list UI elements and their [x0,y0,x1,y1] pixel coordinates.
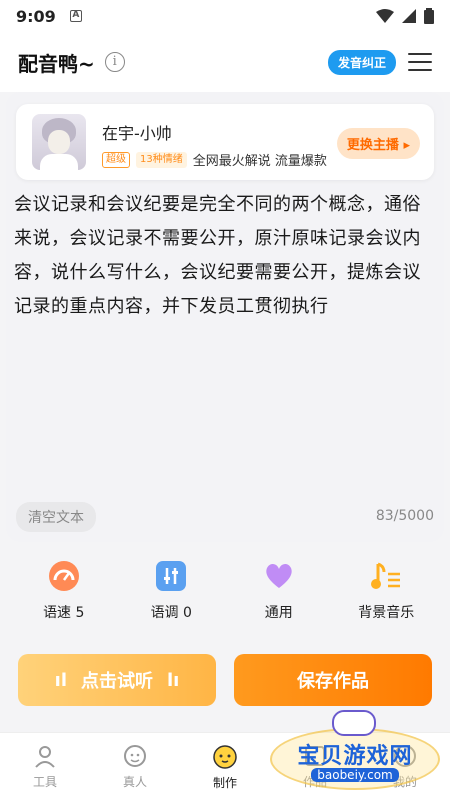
nav-human[interactable]: 真人 [90,733,180,800]
tool-speed[interactable]: 语速 5 [19,560,109,640]
save-work-button[interactable]: 保存作品 [234,654,432,706]
nav-profile[interactable]: 我的 [360,733,450,800]
tool-label: 语速 5 [43,605,85,621]
equalizer-icon [155,560,187,592]
listen-label: 点击试听 [81,671,153,692]
tool-label: 背景音乐 [358,605,415,621]
change-voice-label: 更换主播 [346,138,399,153]
tools-icon [35,746,55,768]
play-arrow-icon: ▸ [403,138,410,153]
sound-wave-icon: lı [167,669,180,691]
sound-wave-icon: ıl [54,669,67,691]
battery-icon [424,8,434,24]
nav-tools[interactable]: 工具 [0,733,90,800]
tool-bgm[interactable]: 背景音乐 [341,560,431,640]
bottom-nav: 工具 真人 制作 作品 我的 [0,732,450,800]
music-note-icon [370,560,402,592]
nav-label: 我的 [392,775,417,789]
person-face-icon [124,745,146,767]
voice-tags: 超级 13种情绪 全网最火解说 流量爆款 [102,150,327,169]
heart-icon [263,560,295,592]
script-text-area[interactable]: 会议记录和会议纪要是完全不同的两个概念，通俗来说，会议记录不需要公开，原汁原味记… [14,188,438,324]
app-title: 配音鸭~ [18,51,95,76]
voice-description: 全网最火解说 流量爆款 [192,154,327,169]
nav-works[interactable]: 作品 [270,733,360,800]
profile-icon [394,745,416,767]
tools-row: 语速 5 语调 0 通用 背景音乐 [0,560,450,640]
clear-text-button[interactable]: 清空文本 [16,502,96,532]
status-bar: 9:09 A [0,0,450,32]
status-time: 9:09 [16,6,56,26]
tool-label: 语调 0 [150,605,192,621]
notification-icon: A [69,10,82,22]
preview-listen-button[interactable]: ıl 点击试听 lı [18,654,216,706]
produce-icon [213,745,237,769]
tool-pitch[interactable]: 语调 0 [126,560,216,640]
tool-label: 通用 [264,605,293,621]
nav-label: 真人 [122,775,147,789]
status-right [376,8,434,24]
voice-name: 在宇-小帅 [102,124,172,143]
works-icon [305,746,325,766]
info-icon[interactable]: i [104,52,125,72]
nav-label: 作品 [302,775,327,789]
wifi-icon [376,9,394,23]
nav-label: 制作 [212,776,237,790]
menu-icon[interactable] [408,53,432,71]
char-counter: 83/5000 [375,508,434,524]
speedometer-icon [48,560,80,592]
voice-avatar [32,114,86,170]
signal-icon [402,9,416,23]
app-header: 配音鸭~ i 发音纠正 [0,32,450,92]
nav-label: 工具 [32,775,57,789]
nav-produce[interactable]: 制作 [180,733,270,800]
voice-card[interactable]: 在宇-小帅 超级 13种情绪 全网最火解说 流量爆款 更换主播 ▸ [16,104,434,180]
pronunciation-correction-button[interactable]: 发音纠正 [327,49,396,75]
tool-general[interactable]: 通用 [234,560,324,640]
change-voice-button[interactable]: 更换主播 ▸ [336,128,420,159]
emotion-badge: 13种情绪 [136,151,187,168]
editor-card: 在宇-小帅 超级 13种情绪 全网最火解说 流量爆款 更换主播 ▸ 会议记录和会… [6,92,444,542]
level-badge: 超级 [102,151,130,168]
